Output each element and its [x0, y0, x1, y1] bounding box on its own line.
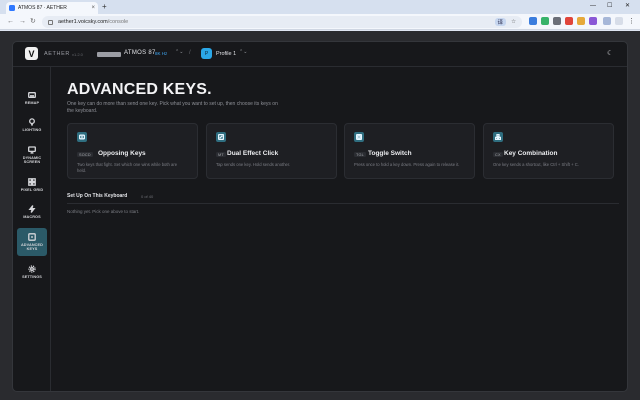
sidebar-item-label: SETTINGS — [22, 274, 42, 279]
keyboard-thumbnail-icon[interactable] — [97, 52, 121, 57]
profile-selector-chevron-icon[interactable]: ⌃⌄ — [239, 49, 247, 55]
page-title: ADVANCED KEYS. — [67, 81, 212, 98]
url-path: /console — [107, 19, 129, 25]
translate-button[interactable]: 译 — [494, 18, 507, 26]
section-count: 0 of 40 — [141, 193, 154, 199]
card-code-badge: TGL — [354, 152, 366, 157]
card-code-badge: SOCD — [77, 152, 93, 157]
empty-state-text: Nothing yet. Pick one above to start. — [67, 209, 140, 214]
sidebar-item-label: LIGHTING — [22, 127, 42, 132]
card-title: Key Combination — [504, 150, 558, 157]
app-version: v1.2.0 — [72, 52, 83, 57]
card-title: Toggle Switch — [368, 150, 412, 157]
opposing-keys-icon — [77, 132, 87, 142]
sidebar-item-label: PIXEL GRID — [20, 187, 44, 192]
feature-card-key-combination[interactable]: CX Key Combination One key sends a short… — [483, 123, 614, 179]
bolt-icon — [28, 204, 36, 213]
divider — [67, 203, 619, 204]
profile-avatar[interactable] — [603, 17, 611, 25]
app-viewport: V AETHER v1.2.0 ATMOS 87 8K Hz ⌃⌄ / P Pr… — [0, 31, 640, 400]
card-description: Tap sends one key. Hold sends another. — [216, 162, 291, 167]
reload-button[interactable]: ↻ — [30, 16, 36, 27]
card-code-badge: MT — [216, 152, 226, 157]
sidebar-item-dynamic-screen[interactable]: DYNAMIC SCREEN — [17, 140, 47, 170]
monitor-icon — [28, 145, 36, 154]
key-combination-icon — [493, 132, 503, 142]
sidebar-item-remap[interactable]: REMAP — [17, 85, 47, 111]
card-title: Opposing Keys — [98, 150, 146, 157]
app-window: V AETHER v1.2.0 ATMOS 87 8K Hz ⌃⌄ / P Pr… — [12, 41, 628, 392]
toggle-switch-icon — [354, 132, 364, 142]
sidebar-item-pixel-grid[interactable]: PIXEL GRID — [17, 172, 47, 198]
sidebar-item-label: MACROS — [23, 214, 41, 219]
browser-tab[interactable]: ATMOS 87 · AETHER × — [6, 2, 98, 14]
main-content: ADVANCED KEYS. One key can do more than … — [63, 67, 627, 391]
close-window-button[interactable]: ✕ — [625, 1, 630, 11]
extension-icon[interactable] — [565, 17, 573, 25]
feature-card-toggle-switch[interactable]: TGL Toggle Switch Press once to hold a k… — [344, 123, 475, 179]
extension-icon[interactable] — [541, 17, 549, 25]
extension-icon[interactable] — [529, 17, 537, 25]
theme-toggle-moon-icon[interactable]: ☾ — [607, 49, 613, 57]
card-description: One key sends a shortcut, like Ctrl + Sh… — [493, 162, 579, 167]
back-button[interactable]: ← — [7, 16, 14, 27]
lightbulb-icon — [29, 118, 35, 126]
sidebar-item-macros[interactable]: MACROS — [17, 199, 47, 225]
sidebar-item-label: ADVANCED KEYS — [20, 242, 44, 252]
extension-icon[interactable] — [589, 17, 597, 25]
card-description: Press once to hold a key down. Press aga… — [354, 162, 460, 167]
sidebar: REMAP LIGHTING DYNAMIC SCREEN PIXEL GRID… — [13, 67, 51, 391]
grid-icon — [28, 177, 36, 186]
new-tab-button[interactable]: + — [102, 2, 107, 12]
close-tab-icon[interactable]: × — [91, 5, 95, 11]
app-logo: V — [25, 47, 38, 60]
profile-badge-icon[interactable]: P — [201, 48, 212, 59]
breadcrumb-separator: / — [189, 50, 191, 56]
favicon-icon — [9, 5, 15, 11]
site-info-icon[interactable] — [48, 19, 53, 25]
url-host: aether1.voicsky.com — [58, 19, 108, 25]
tab-title: ATMOS 87 · AETHER — [18, 5, 67, 11]
section-title: Set Up On This Keyboard — [67, 193, 128, 199]
profile-selector[interactable]: Profile 1 — [216, 51, 236, 57]
sidebar-item-lighting[interactable]: LIGHTING — [17, 112, 47, 138]
sidebar-item-label: REMAP — [24, 100, 40, 105]
extension-icon[interactable] — [577, 17, 585, 25]
browser-menu-icon[interactable]: ⋮ — [628, 16, 635, 27]
card-description: Two keys that fight. Set which one wins … — [77, 162, 178, 173]
app-topbar: V AETHER v1.2.0 ATMOS 87 8K Hz ⌃⌄ / P Pr… — [13, 42, 627, 66]
sidebar-item-label: DYNAMIC SCREEN — [22, 155, 42, 165]
bookmark-star-icon[interactable]: ☆ — [511, 19, 516, 25]
keyboard-icon — [28, 91, 36, 98]
sidebar-item-advanced-keys[interactable]: ADVANCED KEYS — [17, 228, 47, 256]
card-code-badge: CX — [493, 152, 503, 157]
polling-rate-badge: 8K Hz — [155, 50, 168, 56]
card-title: Dual Effect Click — [227, 150, 279, 157]
minimize-button[interactable]: — — [590, 1, 596, 11]
extension-icon[interactable] — [553, 17, 561, 25]
advanced-keys-icon — [28, 232, 36, 241]
address-bar[interactable]: aether1.voicsky.com/console 译 ☆ — [42, 16, 522, 28]
browser-toolbar: ← → ↻ aether1.voicsky.com/console 译 ☆ ⋮ — [0, 14, 640, 30]
feature-card-opposing-keys[interactable]: SOCD Opposing Keys Two keys that fight. … — [67, 123, 198, 179]
maximize-button[interactable]: ☐ — [607, 1, 612, 11]
sidebar-item-settings[interactable]: SETTINGS — [17, 259, 47, 285]
page-description: One key can do more than send one key. P… — [67, 101, 278, 114]
gear-icon — [28, 265, 36, 273]
device-name[interactable]: ATMOS 87 — [124, 50, 156, 56]
browser-tabstrip: ATMOS 87 · AETHER × + — ☐ ✕ — [0, 0, 640, 14]
device-selector-chevron-icon[interactable]: ⌃⌄ — [175, 49, 183, 55]
forward-button[interactable]: → — [19, 16, 26, 27]
feature-card-dual-effect-click[interactable]: MT Dual Effect Click Tap sends one key. … — [206, 123, 337, 179]
brand-name: AETHER — [44, 51, 70, 57]
dual-effect-icon — [216, 132, 226, 142]
extensions-puzzle-icon[interactable] — [615, 17, 623, 25]
